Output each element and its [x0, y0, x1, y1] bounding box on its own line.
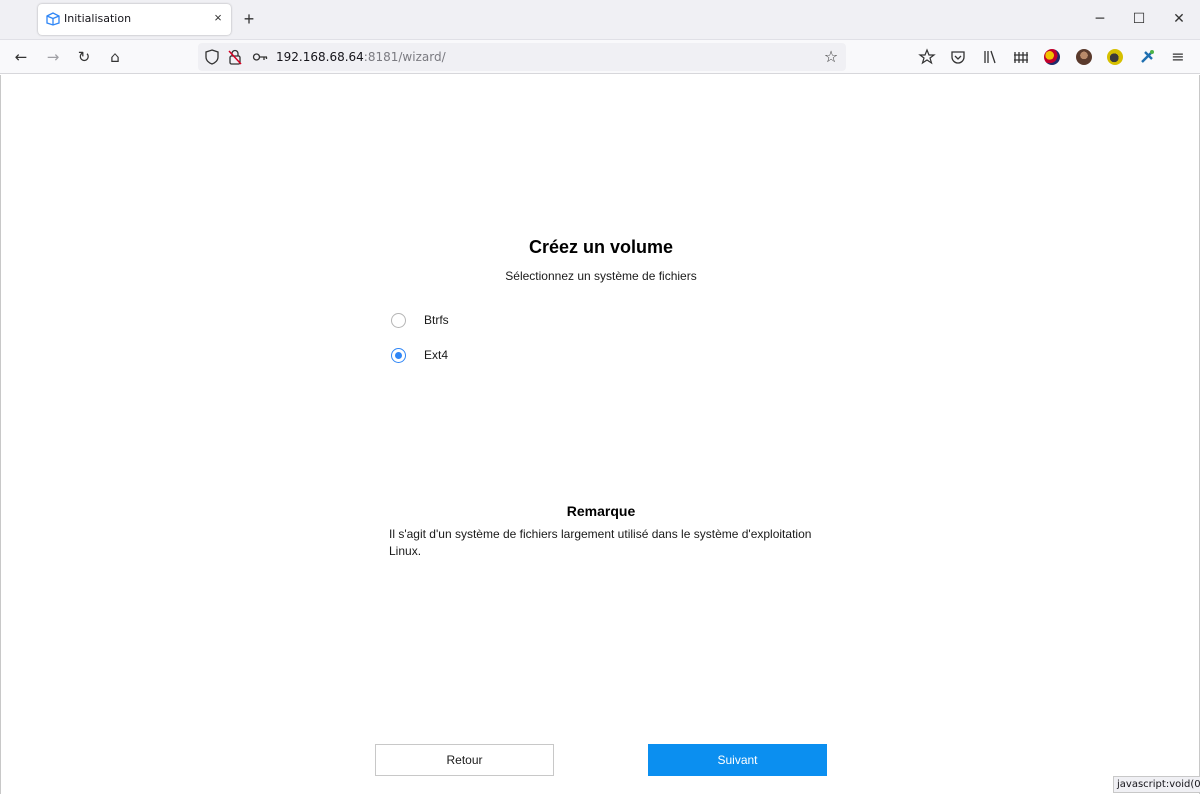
extension-fence-icon[interactable]: [1012, 48, 1030, 66]
url-path: :8181/wizard/: [363, 50, 446, 64]
radio-option-btrfs[interactable]: Btrfs: [391, 310, 449, 330]
extension-circles-icon[interactable]: [1044, 49, 1060, 65]
status-bar-link: javascript:void(0): [1113, 776, 1200, 793]
address-bar[interactable]: 192.168.68.64:8181/wizard/ ☆: [198, 43, 846, 71]
browser-tab-active[interactable]: Initialisation ×: [38, 4, 231, 35]
tab-title: Initialisation: [64, 12, 132, 25]
back-button[interactable]: Retour: [375, 744, 554, 776]
pocket-icon[interactable]: [949, 48, 967, 66]
extension-avatar-icon[interactable]: [1076, 49, 1092, 65]
page-content: Créez un volume Sélectionnez un système …: [0, 75, 1200, 794]
shield-icon[interactable]: [203, 48, 221, 66]
note-text: Il s'agit d'un système de fichiers large…: [389, 527, 812, 558]
navigation-toolbar: ← → ↻ ⌂ 192.168.68.64:8181/wizard/ ☆ ≡: [0, 40, 1200, 74]
back-icon[interactable]: ←: [12, 48, 30, 66]
url-text[interactable]: 192.168.68.64:8181/wizard/: [276, 50, 446, 64]
page-subtitle: Sélectionnez un système de fichiers: [505, 269, 697, 283]
maximize-icon[interactable]: ☐: [1130, 10, 1148, 28]
close-window-icon[interactable]: ✕: [1170, 10, 1188, 28]
note-title: Remarque: [566, 503, 636, 519]
minimize-icon[interactable]: ─: [1091, 10, 1109, 28]
next-button[interactable]: Suivant: [648, 744, 827, 776]
radio-label-btrfs[interactable]: Btrfs: [424, 313, 449, 327]
key-icon[interactable]: [251, 48, 269, 66]
save-to-pocket-icon[interactable]: [918, 48, 936, 66]
url-host: 192.168.68.64: [276, 50, 364, 64]
tab-strip: Initialisation × + ─ ☐ ✕: [0, 0, 1200, 40]
forward-icon[interactable]: →: [44, 48, 62, 66]
reload-icon[interactable]: ↻: [75, 48, 93, 66]
box-icon: [46, 12, 60, 26]
home-icon[interactable]: ⌂: [106, 48, 124, 66]
radio-button-ext4[interactable]: [391, 347, 406, 363]
radio-label-ext4[interactable]: Ext4: [424, 348, 448, 362]
radio-button-btrfs[interactable]: [391, 312, 406, 328]
bookmark-star-icon[interactable]: ☆: [822, 48, 840, 66]
new-tab-icon[interactable]: +: [240, 10, 258, 28]
library-icon[interactable]: [981, 48, 999, 66]
page-title: Créez un volume: [528, 237, 674, 257]
radio-option-ext4[interactable]: Ext4: [391, 345, 448, 365]
insecure-lock-icon[interactable]: [226, 48, 244, 66]
hamburger-menu-icon[interactable]: ≡: [1169, 48, 1187, 66]
close-tab-icon[interactable]: ×: [210, 10, 226, 26]
extension-badge-icon[interactable]: [1107, 49, 1123, 65]
extension-puzzle-icon[interactable]: [1138, 48, 1156, 66]
